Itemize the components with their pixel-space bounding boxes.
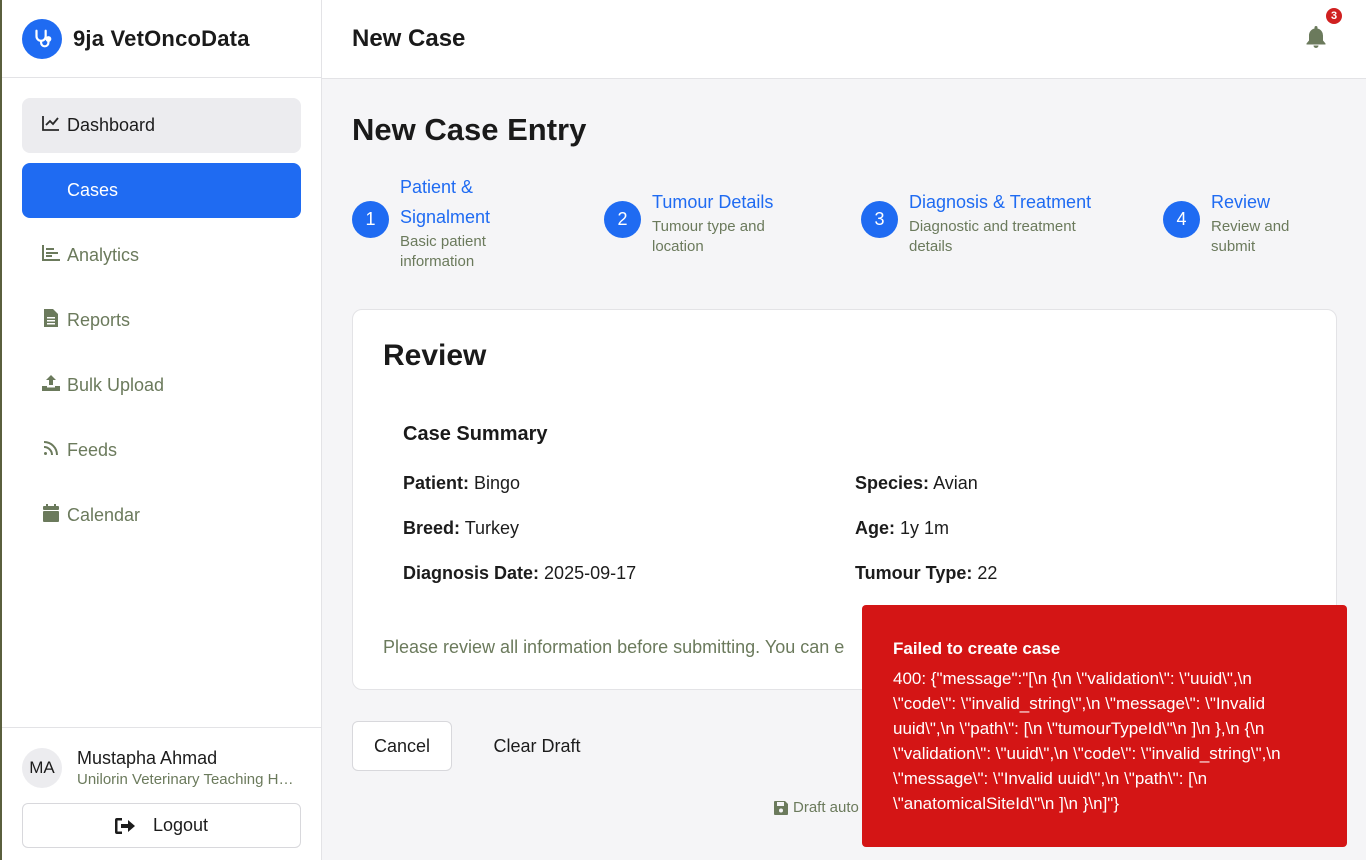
review-title: Review	[383, 339, 487, 372]
step-description: Review and	[1211, 218, 1290, 235]
sidebar-item-calendar[interactable]: Calendar	[22, 488, 301, 543]
step-tumour-details[interactable]: 2 Tumour Details Tumour type and locatio…	[604, 187, 773, 257]
toast-message: 400: {"message":"[\n {\n \"validation\":…	[893, 669, 1281, 813]
sidebar-item-label: Feeds	[67, 440, 118, 460]
autosave-status: Draft auto	[774, 799, 859, 816]
field-label: Species:	[855, 473, 930, 493]
field-label: Patient:	[403, 473, 470, 493]
field-label: Diagnosis Date:	[403, 563, 540, 583]
save-icon	[774, 800, 788, 815]
step-description: Diagnostic and treatment	[909, 218, 1076, 235]
sidebar-item-cases[interactable]: Cases	[22, 163, 301, 218]
step-description: Basic patient	[400, 233, 486, 250]
field-value: 22	[977, 563, 998, 583]
cancel-button[interactable]: Cancel	[352, 721, 452, 771]
step-description: submit	[1211, 238, 1256, 255]
field-tumour-type: Tumour Type: 22	[855, 563, 997, 584]
step-review[interactable]: 4 Review Review and submit	[1163, 187, 1289, 257]
step-description: Tumour type and	[652, 218, 765, 235]
sidebar-item-label: Cases	[67, 180, 119, 200]
sidebar-item-bulk-upload[interactable]: Bulk Upload	[22, 358, 301, 413]
sidebar: 9ja VetOncoData Dashboard Cases Analytic…	[0, 0, 322, 860]
field-species: Species: Avian	[855, 473, 978, 494]
step-number: 4	[1163, 201, 1200, 238]
field-age: Age: 1y 1m	[855, 518, 949, 539]
case-summary-title: Case Summary	[403, 423, 548, 445]
step-title: Diagnosis & Treatment	[909, 192, 1092, 212]
toast-title: Failed to create case	[893, 639, 1061, 658]
notification-bell-icon[interactable]	[1306, 26, 1330, 50]
step-number: 1	[352, 201, 389, 238]
sidebar-nav: Dashboard Cases Analytics Reports Bulk U…	[2, 78, 321, 543]
field-value: Turkey	[464, 518, 520, 538]
step-text: Diagnosis & Treatment Diagnostic and tre…	[909, 187, 1091, 257]
notification-badge: 3	[1326, 8, 1342, 24]
step-number: 3	[861, 201, 898, 238]
field-value: 1y 1m	[900, 518, 950, 538]
user-panel: MA Mustapha Ahmad Unilorin Veterinary Te…	[2, 727, 321, 860]
field-diagnosis-date: Diagnosis Date: 2025-09-17	[403, 563, 636, 584]
bar-chart-icon	[41, 243, 61, 263]
sidebar-item-label: Analytics	[67, 245, 140, 265]
logout-button[interactable]: Logout	[22, 803, 301, 848]
file-icon	[41, 308, 61, 328]
upload-icon	[41, 373, 61, 393]
step-diagnosis-treatment[interactable]: 3 Diagnosis & Treatment Diagnostic and t…	[861, 187, 1091, 257]
field-label: Age:	[855, 518, 895, 538]
clear-draft-button[interactable]: Clear Draft	[472, 721, 602, 771]
chart-line-icon	[41, 113, 61, 133]
stethoscope-icon	[22, 18, 62, 59]
field-value: Avian	[933, 473, 978, 493]
sidebar-item-dashboard[interactable]: Dashboard	[22, 98, 301, 153]
top-header: New Case 3	[322, 0, 1366, 79]
sidebar-item-label: Dashboard	[67, 115, 156, 135]
user-organization: Unilorin Veterinary Teaching Hospital	[77, 771, 297, 788]
calendar-icon	[41, 503, 61, 523]
step-title: Patient &	[400, 177, 474, 197]
step-text: Patient & Signalment Basic patient infor…	[400, 172, 490, 272]
review-note: Please review all information before sub…	[383, 637, 845, 657]
step-patient-signalment[interactable]: 1 Patient & Signalment Basic patient inf…	[352, 172, 490, 272]
user-profile[interactable]: MA Mustapha Ahmad Unilorin Veterinary Te…	[22, 748, 301, 788]
step-title: Tumour Details	[652, 192, 774, 212]
step-description: details	[909, 238, 953, 255]
sidebar-item-reports[interactable]: Reports	[22, 293, 301, 348]
page-title: New Case Entry	[352, 112, 587, 147]
rss-icon	[41, 438, 61, 458]
step-text: Review Review and submit	[1211, 187, 1289, 257]
error-toast[interactable]: Failed to create case 400: {"message":"[…	[862, 605, 1347, 847]
sidebar-item-label: Reports	[67, 310, 131, 330]
user-info: Mustapha Ahmad Unilorin Veterinary Teach…	[77, 748, 297, 788]
field-breed: Breed: Turkey	[403, 518, 519, 539]
field-label: Tumour Type:	[855, 563, 973, 583]
avatar: MA	[22, 748, 62, 788]
step-number: 2	[604, 201, 641, 238]
field-patient: Patient: Bingo	[403, 473, 520, 494]
app-name: 9ja VetOncoData	[73, 25, 250, 51]
field-value: Bingo	[474, 473, 521, 493]
autosave-text: Draft auto	[793, 799, 859, 816]
step-description: location	[652, 238, 704, 255]
sidebar-item-label: Bulk Upload	[67, 375, 165, 395]
step-title: Review	[1211, 192, 1271, 212]
sidebar-item-feeds[interactable]: Feeds	[22, 423, 301, 478]
field-value: 2025-09-17	[544, 563, 637, 583]
sidebar-item-analytics[interactable]: Analytics	[22, 228, 301, 283]
brand: 9ja VetOncoData	[2, 0, 321, 78]
field-label: Breed:	[403, 518, 461, 538]
step-description: information	[400, 253, 475, 270]
step-text: Tumour Details Tumour type and location	[652, 187, 773, 257]
logout-icon	[114, 817, 135, 834]
user-name: Mustapha Ahmad	[77, 748, 218, 768]
logout-label: Logout	[152, 815, 209, 835]
step-title: Signalment	[400, 207, 491, 227]
header-title: New Case	[352, 25, 466, 52]
sidebar-item-label: Calendar	[67, 505, 141, 525]
